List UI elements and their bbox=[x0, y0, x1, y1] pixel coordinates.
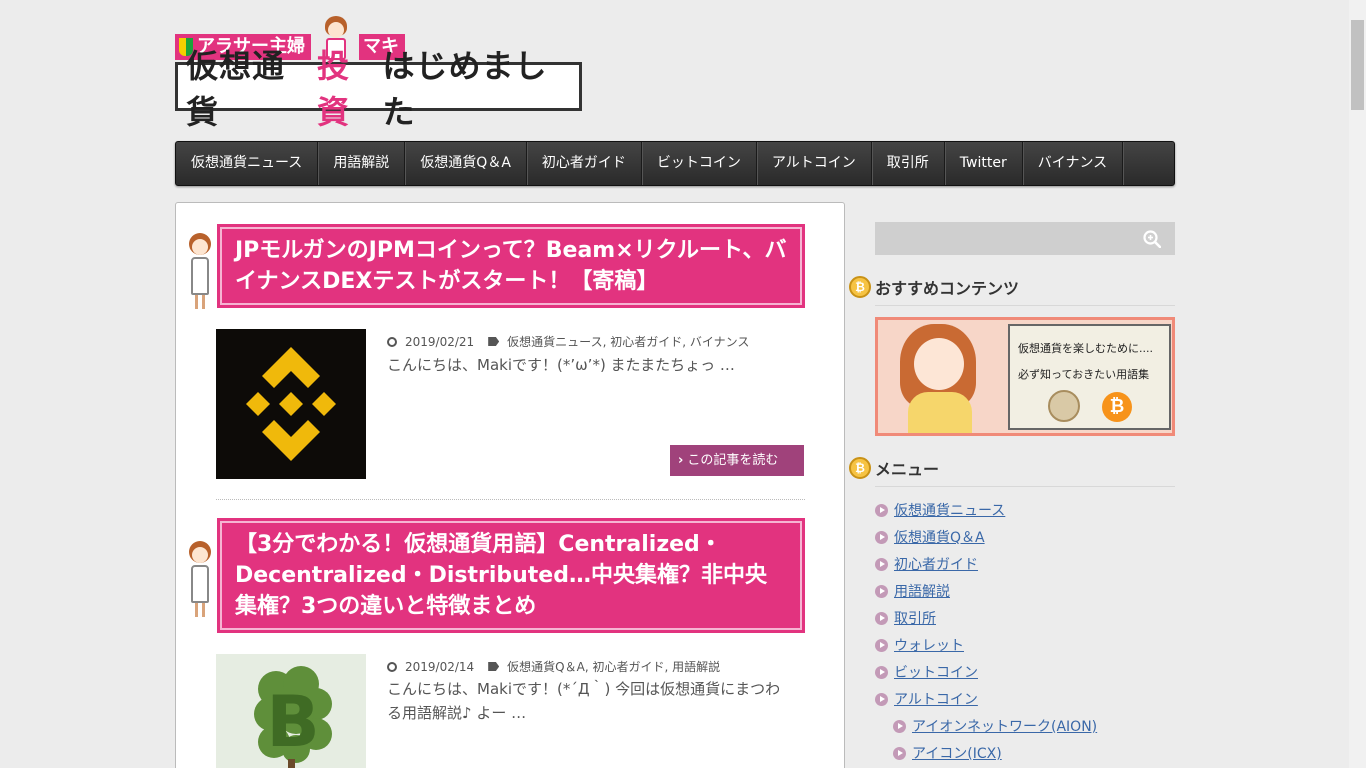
menu-item-glossary[interactable]: 用語解説 bbox=[875, 581, 950, 601]
play-circle-icon bbox=[875, 584, 888, 598]
nav-item-exchange[interactable]: 取引所 bbox=[872, 142, 945, 185]
recommend-heading: ₿ おすすめコンテンツ bbox=[849, 275, 1019, 299]
logo-title-part2: はじめました bbox=[382, 46, 548, 131]
logo-title-part1: 仮想通貨 bbox=[186, 46, 286, 131]
menu-item-bitcoin[interactable]: ビットコイン bbox=[875, 662, 978, 682]
nav-item-crypto-qa[interactable]: 仮想通貨Q＆A bbox=[405, 142, 527, 185]
page-scrollbar[interactable] bbox=[1349, 0, 1366, 768]
read-more-button[interactable]: › この記事を読む bbox=[670, 445, 804, 476]
nav-item-twitter[interactable]: Twitter bbox=[945, 142, 1023, 185]
heading-rule bbox=[875, 486, 1175, 487]
binance-logo-icon bbox=[246, 347, 336, 461]
play-circle-icon bbox=[893, 719, 906, 733]
play-circle-icon bbox=[875, 503, 888, 517]
article-meta: 2019/02/21 仮想通貨ニュース, 初心者ガイド, バイナンス bbox=[387, 333, 749, 350]
bitcoin-icon: ₿ bbox=[1102, 392, 1132, 422]
read-more-label: この記事を読む bbox=[687, 453, 779, 468]
menu-heading-label: メニュー bbox=[875, 460, 940, 479]
bitcoin-coin-icon: ₿ bbox=[849, 276, 871, 298]
menu-heading: ₿ メニュー bbox=[849, 456, 939, 480]
article-categories[interactable]: 仮想通貨ニュース, 初心者ガイド, バイナンス bbox=[507, 333, 749, 350]
article-title-box[interactable]: JPモルガンのJPMコインって？Beam×リクルート、バイナンスDEXテストがス… bbox=[217, 224, 805, 308]
clock-icon bbox=[387, 661, 397, 672]
article-thumbnail[interactable] bbox=[216, 329, 366, 479]
logo-title: 仮想通貨 投資 はじめました bbox=[175, 47, 582, 131]
nav-item-crypto-news[interactable]: 仮想通貨ニュース bbox=[176, 142, 319, 185]
clock-icon bbox=[387, 336, 397, 347]
heading-rule bbox=[875, 305, 1175, 306]
menu-item-altcoin[interactable]: アルトコイン bbox=[875, 689, 978, 709]
play-circle-icon bbox=[875, 692, 888, 706]
menu-item-icx[interactable]: アイコン(ICX) bbox=[893, 743, 1002, 763]
play-circle-icon bbox=[875, 638, 888, 652]
article-date: 2019/02/14 bbox=[405, 659, 475, 674]
menu-item-exchange[interactable]: 取引所 bbox=[875, 608, 936, 628]
bitcoin-tree-icon: B bbox=[216, 654, 366, 768]
tag-icon bbox=[488, 337, 500, 346]
recommend-heading-label: おすすめコンテンツ bbox=[875, 279, 1020, 298]
article-title[interactable]: 【3分でわかる！仮想通貨用語】Centralized・Decentralized… bbox=[235, 529, 787, 622]
article-excerpt: こんにちは、Makiです！(*´Д｀) 今回は仮想通貨にまつわる用語解説♪ よー… bbox=[387, 680, 781, 722]
menu-item-aion[interactable]: アイオンネットワーク(AION) bbox=[893, 716, 1097, 736]
play-circle-icon bbox=[875, 611, 888, 625]
chevron-right-icon: › bbox=[678, 453, 684, 468]
menu-item-crypto-qa[interactable]: 仮想通貨Q＆A bbox=[875, 527, 985, 547]
play-circle-icon bbox=[875, 665, 888, 679]
scrollbar-thumb[interactable] bbox=[1351, 20, 1364, 110]
banner-panel: 仮想通貨を楽しむために.... 必ず知っておきたい用語集 ₿ bbox=[1008, 324, 1171, 430]
mascot-girl-icon bbox=[184, 233, 216, 309]
mascot-girl-icon bbox=[184, 541, 216, 617]
bitcoin-coin-icon: ₿ bbox=[849, 457, 871, 479]
nav-item-altcoin[interactable]: アルトコイン bbox=[757, 142, 872, 185]
nav-item-binance[interactable]: バイナンス bbox=[1023, 142, 1124, 185]
global-nav: 仮想通貨ニュース 用語解説 仮想通貨Q＆A 初心者ガイド ビットコイン アルトコ… bbox=[175, 141, 1175, 186]
play-circle-icon bbox=[893, 746, 906, 760]
nav-item-glossary[interactable]: 用語解説 bbox=[318, 142, 406, 185]
search-icon[interactable] bbox=[1143, 230, 1161, 248]
search-box bbox=[875, 222, 1175, 255]
menu-item-beginner-guide[interactable]: 初心者ガイド bbox=[875, 554, 978, 574]
main-content: JPモルガンのJPMコインって？Beam×リクルート、バイナンスDEXテストがス… bbox=[175, 202, 845, 768]
play-circle-icon bbox=[875, 557, 888, 571]
banner-line1: 仮想通貨を楽しむために.... bbox=[1018, 342, 1153, 355]
nav-item-beginner-guide[interactable]: 初心者ガイド bbox=[527, 142, 642, 185]
site-logo[interactable]: アラサー主婦 マキ 仮想通貨 投資 はじめました bbox=[175, 16, 582, 131]
glossary-banner[interactable]: 仮想通貨を楽しむために.... 必ず知っておきたい用語集 ₿ bbox=[875, 317, 1175, 436]
article-meta: 2019/02/14 仮想通貨Q＆A, 初心者ガイド, 用語解説 bbox=[387, 658, 720, 675]
tag-icon bbox=[488, 662, 500, 671]
article-date: 2019/02/21 bbox=[405, 334, 475, 349]
play-circle-icon bbox=[875, 530, 888, 544]
logo-title-accent: 投資 bbox=[317, 46, 351, 131]
article-title[interactable]: JPモルガンのJPMコインって？Beam×リクルート、バイナンスDEXテストがス… bbox=[235, 235, 787, 297]
banner-line2: 必ず知っておきたい用語集 bbox=[1018, 368, 1150, 381]
menu-item-wallet[interactable]: ウォレット bbox=[875, 635, 964, 655]
svg-text:B: B bbox=[266, 681, 319, 763]
menu-item-crypto-news[interactable]: 仮想通貨ニュース bbox=[875, 500, 1005, 520]
article-categories[interactable]: 仮想通貨Q＆A, 初心者ガイド, 用語解説 bbox=[507, 658, 720, 675]
article-thumbnail[interactable]: B bbox=[216, 654, 366, 768]
article-divider bbox=[216, 499, 805, 500]
article-excerpt: こんにちは、Makiです！(*’ω’*) またまたちょっ … bbox=[387, 356, 735, 374]
article-title-box[interactable]: 【3分でわかる！仮想通貨用語】Centralized・Decentralized… bbox=[217, 518, 805, 633]
cat-coin-icon bbox=[1048, 390, 1080, 422]
search-input[interactable] bbox=[875, 222, 1135, 255]
nav-item-bitcoin[interactable]: ビットコイン bbox=[642, 142, 757, 185]
